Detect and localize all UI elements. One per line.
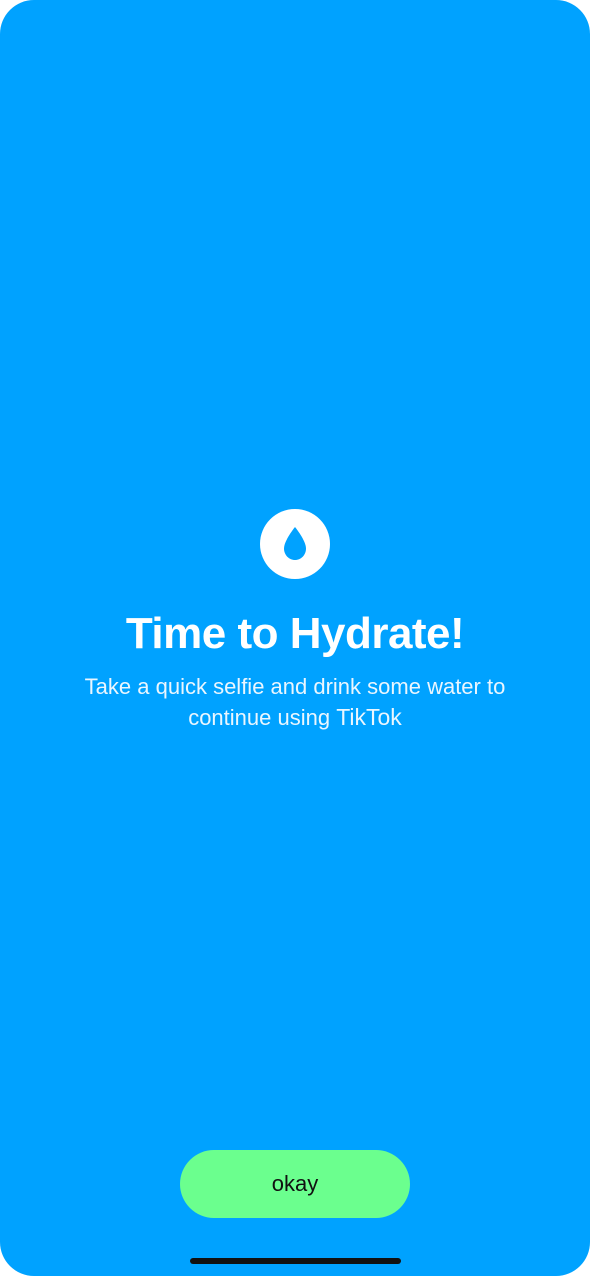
prompt-subtitle-text: Take a quick selfie and drink some water… — [84, 674, 506, 730]
hydration-screen: Time to Hydrate! Take a quick selfie and… — [0, 0, 590, 1276]
water-drop-icon — [284, 527, 306, 560]
okay-button[interactable]: okay — [180, 1150, 410, 1218]
water-drop-badge — [260, 509, 330, 579]
app-name: TikTok — [336, 704, 402, 730]
prompt-subtitle: Take a quick selfie and drink some water… — [60, 671, 530, 733]
prompt-title: Time to Hydrate! — [125, 609, 465, 658]
home-indicator[interactable] — [190, 1258, 401, 1264]
